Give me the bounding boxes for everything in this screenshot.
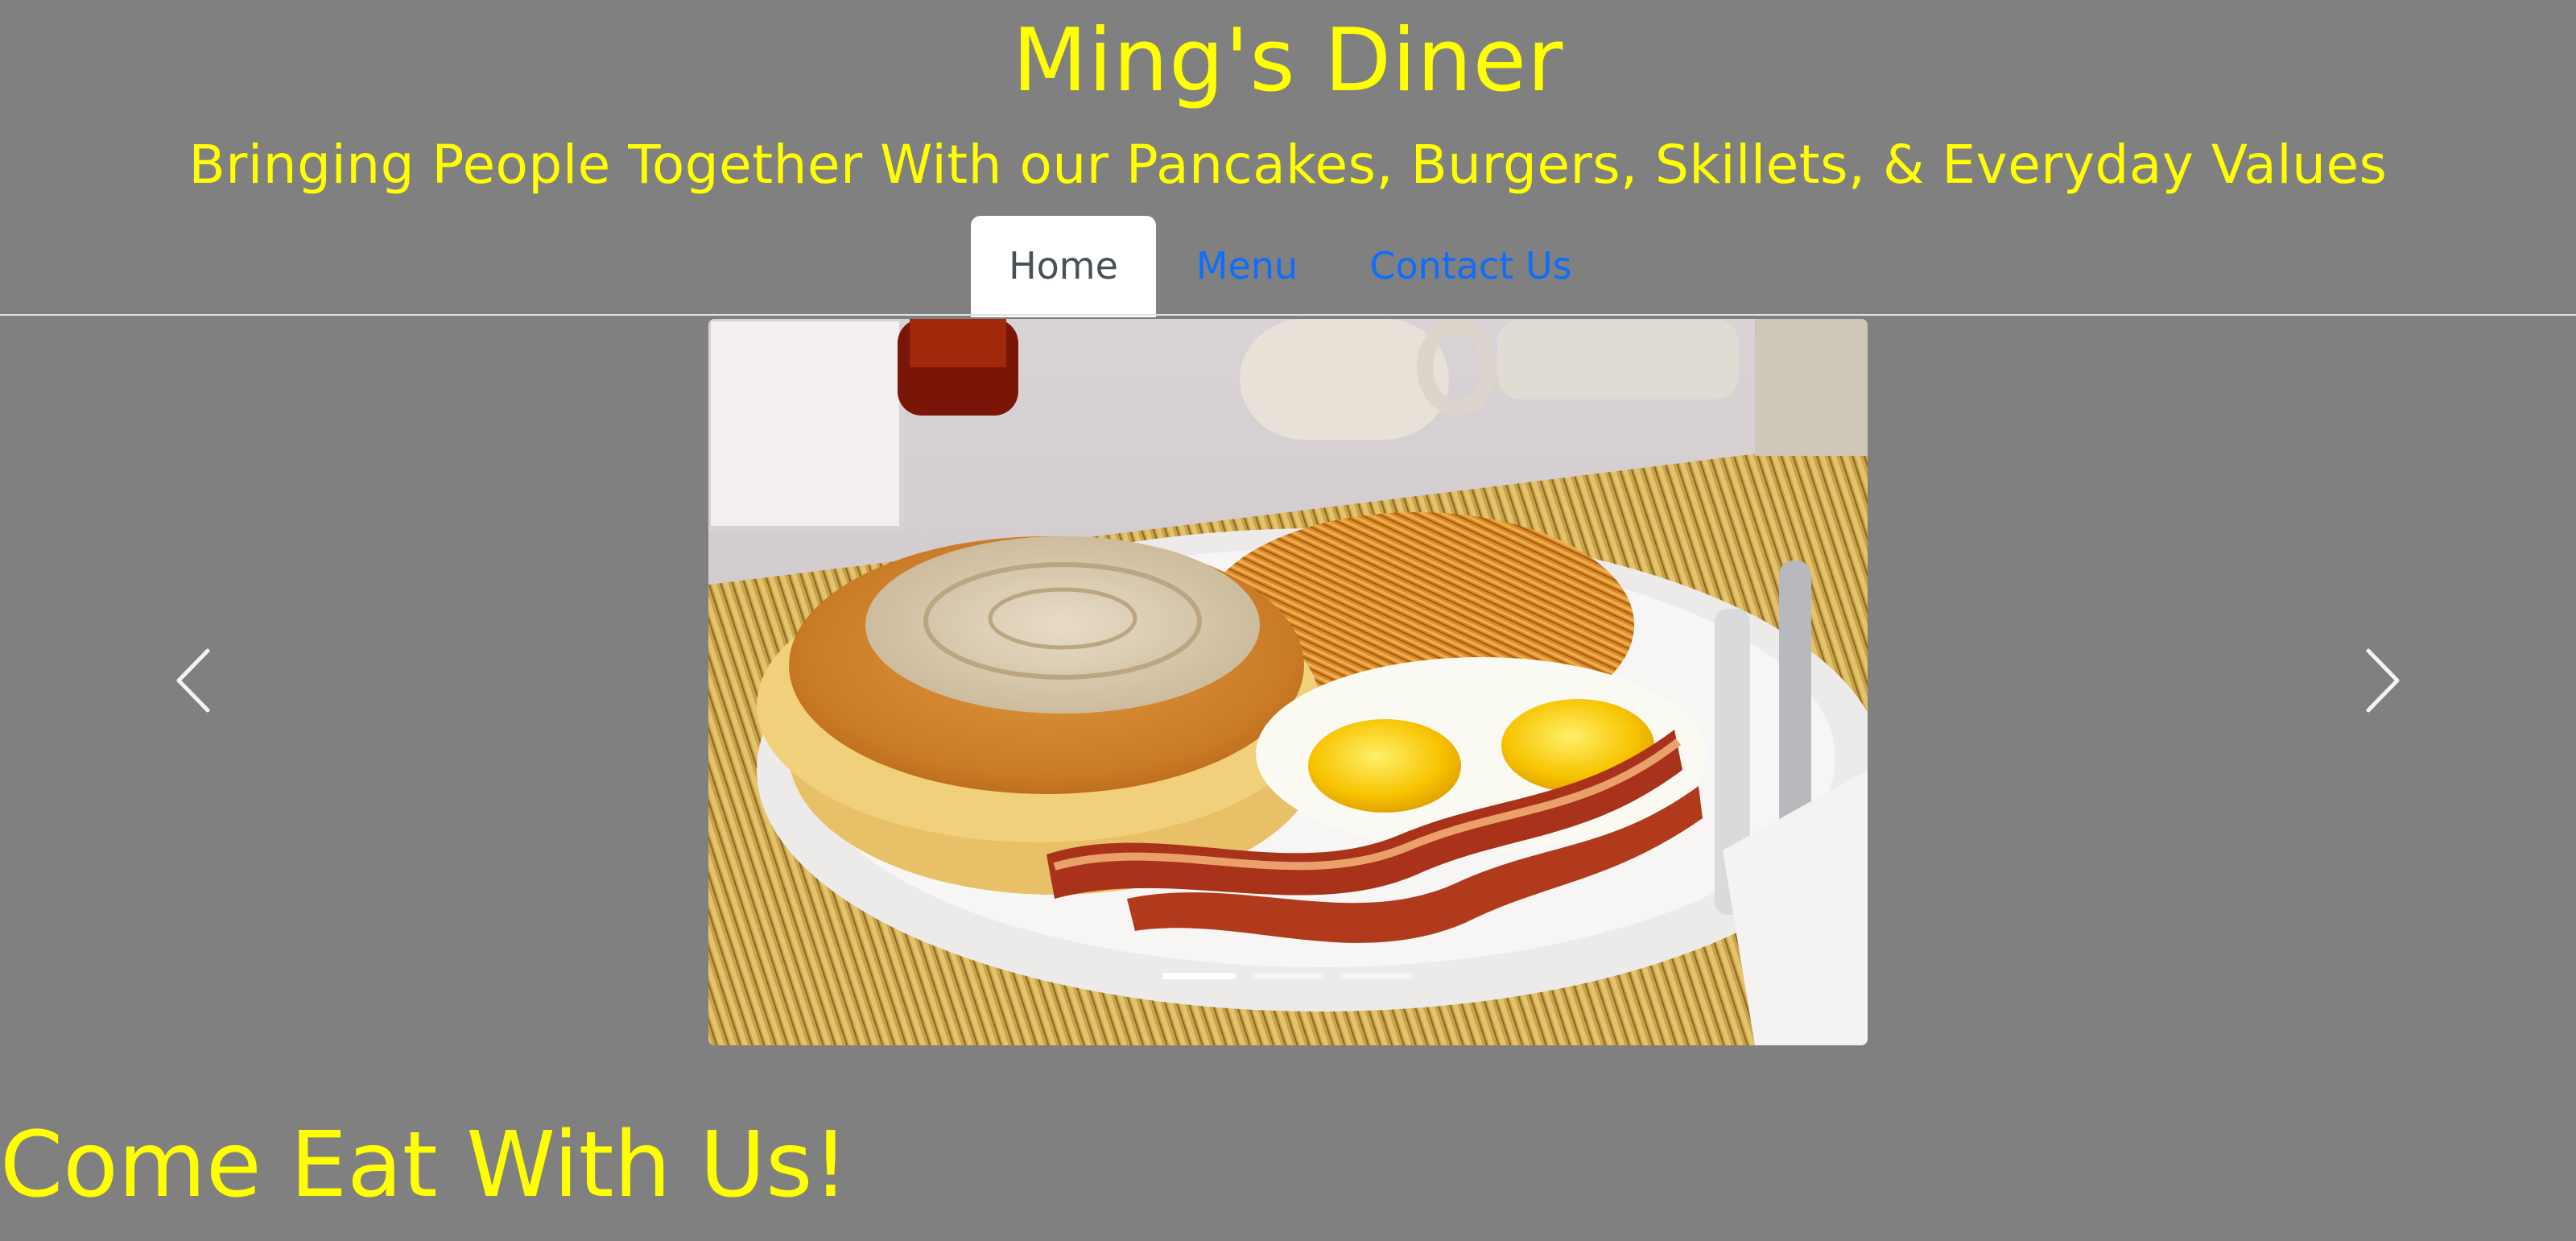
site-header: Ming's Diner Bringing People Together Wi… (0, 0, 2576, 317)
carousel-indicator-3[interactable] (1340, 973, 1413, 979)
chevron-right-icon (2366, 648, 2400, 713)
chevron-left-icon (176, 648, 210, 713)
carousel (708, 319, 1868, 1045)
carousel-indicator-1[interactable] (1163, 973, 1236, 979)
carousel-indicator-2[interactable] (1252, 973, 1324, 979)
carousel-indicators (708, 973, 1868, 979)
breakfast-plate-photo (708, 319, 1868, 1045)
site-title: Ming's Diner (1012, 10, 1564, 111)
nav-tabs: Home Menu Contact Us (0, 216, 2576, 317)
tab-menu[interactable]: Menu (1156, 216, 1338, 316)
cta-heading: Come Eat With Us! (0, 1113, 849, 1218)
site-tagline: Bringing People Together With our Pancak… (188, 134, 2388, 196)
tab-contact-us[interactable]: Contact Us (1338, 216, 1604, 316)
nav-divider (0, 314, 2576, 316)
carousel-prev-button[interactable] (161, 644, 225, 717)
carousel-next-button[interactable] (2351, 644, 2415, 717)
tab-home[interactable]: Home (971, 216, 1156, 317)
